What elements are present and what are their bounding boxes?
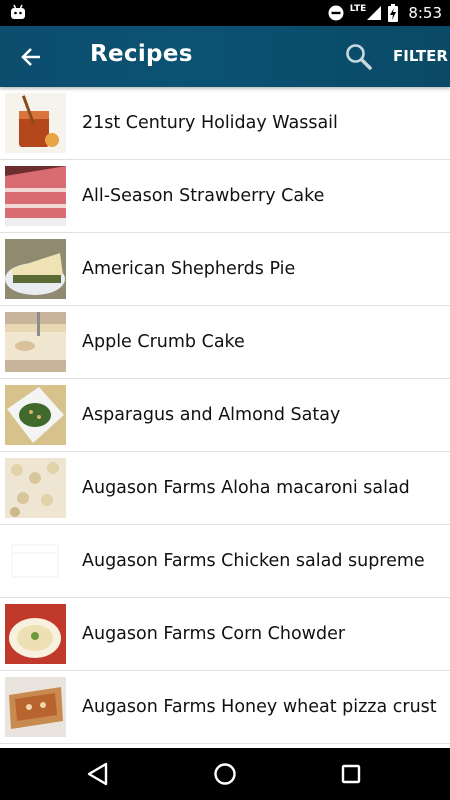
- list-item[interactable]: Augason Farms Corn Chowder: [0, 598, 450, 671]
- recipe-thumbnail: [5, 166, 66, 226]
- back-button[interactable]: [14, 40, 48, 74]
- recipe-name: Augason Farms Corn Chowder: [82, 624, 346, 644]
- system-nav-bar: [0, 748, 450, 800]
- list-item[interactable]: Apple Crumb Cake: [0, 306, 450, 379]
- app-bar: Recipes FILTER: [0, 26, 450, 87]
- list-item[interactable]: 21st Century Holiday Wassail: [0, 87, 450, 160]
- nav-home-icon[interactable]: [211, 760, 239, 788]
- recipe-thumbnail: [5, 677, 66, 737]
- search-icon: [346, 44, 372, 70]
- android-notification-icon: [11, 4, 25, 19]
- network-type: LTE: [349, 4, 367, 14]
- status-bar: LTE 8:53: [0, 0, 450, 26]
- filter-button[interactable]: FILTER: [393, 47, 448, 65]
- recipe-name: All-Season Strawberry Cake: [82, 186, 325, 206]
- list-item[interactable]: American Shepherds Pie: [0, 233, 450, 306]
- recipe-thumbnail: [5, 312, 66, 372]
- signal-icon: [367, 6, 382, 20]
- recipe-list: 21st Century Holiday Wassail All-Season …: [0, 87, 450, 748]
- page-title: Recipes: [90, 41, 193, 67]
- list-item[interactable]: All-Season Strawberry Cake: [0, 160, 450, 233]
- recipe-name: 21st Century Holiday Wassail: [82, 113, 338, 133]
- arrow-back-icon: [21, 48, 40, 66]
- recipe-name: Augason Farms Aloha macaroni salad: [82, 478, 410, 498]
- nav-recents-icon[interactable]: [337, 760, 365, 788]
- recipe-thumbnail: [5, 604, 66, 664]
- recipe-name: Asparagus and Almond Satay: [82, 405, 341, 425]
- recipe-thumbnail: [5, 458, 66, 518]
- recipe-name: American Shepherds Pie: [82, 259, 296, 279]
- recipe-thumbnail-placeholder: [5, 531, 66, 591]
- list-item[interactable]: Asparagus and Almond Satay: [0, 379, 450, 452]
- list-item[interactable]: Augason Farms Chicken salad supreme: [0, 525, 450, 598]
- do-not-disturb-icon: [328, 5, 344, 21]
- recipe-thumbnail: [5, 385, 66, 445]
- recipe-name: Apple Crumb Cake: [82, 332, 245, 352]
- recipe-thumbnail: [5, 239, 66, 299]
- recipe-name: Augason Farms Honey wheat pizza crust: [82, 697, 437, 717]
- recipe-thumbnail: [5, 93, 66, 153]
- battery-icon: [388, 4, 399, 22]
- status-time: 8:53: [408, 4, 442, 22]
- list-item[interactable]: Augason Farms Aloha macaroni salad: [0, 452, 450, 525]
- recipe-name: Augason Farms Chicken salad supreme: [82, 551, 425, 571]
- search-button[interactable]: [343, 41, 375, 73]
- nav-back-icon[interactable]: [84, 760, 112, 788]
- list-item[interactable]: Augason Farms Honey wheat pizza crust: [0, 671, 450, 744]
